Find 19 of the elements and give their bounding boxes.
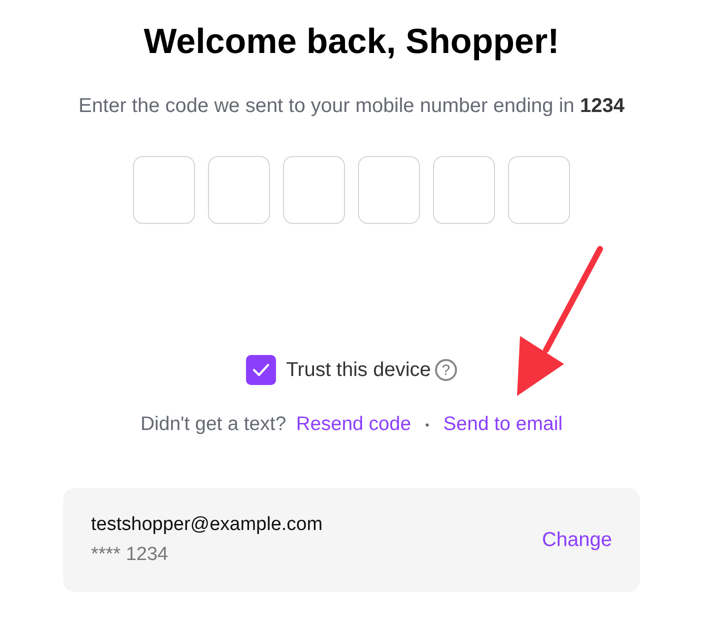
send-to-email-link[interactable]: Send to email — [443, 413, 563, 436]
masked-phone-number: **** 1234 — [91, 544, 170, 566]
change-link[interactable]: Change — [542, 528, 612, 552]
instruction-text: Enter the code we sent to your mobile number ending in 1234 — [78, 95, 624, 118]
page-title: Welcome back, Shopper! — [144, 22, 560, 62]
account-email: testshopper@example.com — [91, 514, 323, 536]
code-digit-field[interactable] — [208, 156, 270, 224]
trust-device-label: Trust this device — [286, 358, 431, 382]
code-digit-field[interactable] — [133, 156, 195, 224]
code-digit-field[interactable] — [358, 156, 420, 224]
check-icon — [252, 363, 270, 377]
help-icon[interactable]: ? — [434, 359, 457, 381]
resend-prompt: Didn't get a text? — [140, 413, 286, 436]
trust-checkbox[interactable] — [246, 355, 276, 385]
resend-code-link[interactable]: Resend code — [296, 413, 412, 436]
code-digit-field[interactable] — [508, 156, 570, 224]
separator-dot: • — [425, 418, 430, 432]
code-digit-field[interactable] — [433, 156, 495, 224]
code-digit-field[interactable] — [283, 156, 345, 224]
